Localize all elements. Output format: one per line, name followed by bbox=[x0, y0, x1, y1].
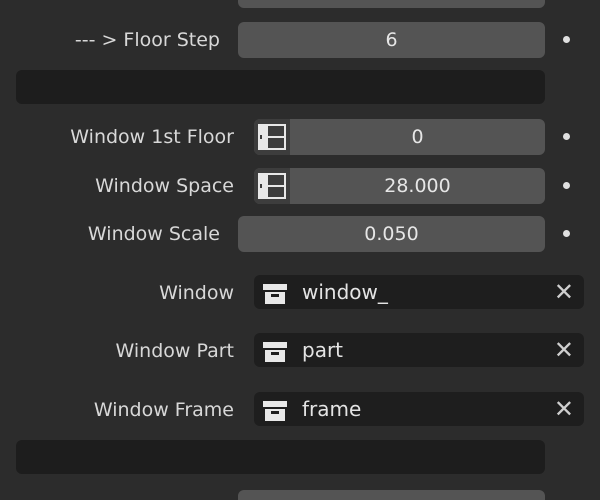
close-icon[interactable]: ✕ bbox=[554, 333, 574, 367]
window-part-label: Window Part bbox=[115, 340, 234, 362]
window-scale-label: Window Scale bbox=[87, 223, 220, 245]
floor-step-field[interactable]: 6 bbox=[238, 22, 545, 58]
row-floor-step: --- > Floor Step 6 bbox=[0, 22, 600, 58]
row-window-space: Window Space 28.000 bbox=[0, 168, 600, 204]
window-1st-floor-label: Window 1st Floor bbox=[70, 126, 234, 148]
close-icon[interactable]: ✕ bbox=[554, 392, 574, 426]
window-label: Window bbox=[159, 282, 234, 304]
window-scale-value: 0.050 bbox=[364, 223, 419, 245]
window-part-object-name: part bbox=[302, 338, 344, 362]
clipped-field[interactable] bbox=[238, 0, 545, 8]
empty-bar[interactable] bbox=[16, 440, 545, 474]
floor-step-value: 6 bbox=[385, 29, 398, 51]
window-1st-floor-value: 0 bbox=[411, 126, 424, 148]
window-scale-field[interactable]: 0.050 bbox=[238, 216, 545, 252]
empty-bar[interactable] bbox=[16, 70, 545, 104]
window-space-label: Window Space bbox=[95, 175, 234, 197]
keyframe-dot[interactable] bbox=[563, 36, 570, 43]
window-frame-label: Window Frame bbox=[93, 399, 234, 421]
window-object-field[interactable]: window_ ✕ bbox=[254, 275, 584, 309]
keyframe-dot[interactable] bbox=[563, 182, 570, 189]
keyframe-dot[interactable] bbox=[563, 230, 570, 237]
toggle-grid-icon[interactable] bbox=[254, 119, 290, 155]
window-space-value: 28.000 bbox=[384, 175, 451, 197]
floor-step-label: --- > Floor Step bbox=[74, 29, 220, 51]
keyframe-dot[interactable] bbox=[563, 133, 570, 140]
row-window: Window window_ ✕ bbox=[0, 275, 600, 311]
window-space-field[interactable]: 28.000 bbox=[254, 168, 545, 204]
close-icon[interactable]: ✕ bbox=[554, 275, 574, 309]
box-icon bbox=[262, 281, 288, 315]
box-icon bbox=[262, 339, 288, 373]
clipped-field[interactable] bbox=[238, 490, 545, 500]
window-1st-floor-field[interactable]: 0 bbox=[254, 119, 545, 155]
row-window-frame: Window Frame frame ✕ bbox=[0, 392, 600, 428]
row-window-scale: Window Scale 0.050 bbox=[0, 216, 600, 252]
row-window-part: Window Part part ✕ bbox=[0, 333, 600, 369]
box-icon bbox=[262, 398, 288, 432]
row-window-1st-floor: Window 1st Floor 0 bbox=[0, 119, 600, 155]
window-frame-object-field[interactable]: frame ✕ bbox=[254, 392, 584, 426]
properties-panel: --- > Floor Step 6 Window 1st Floor 0 Wi… bbox=[0, 0, 600, 500]
toggle-grid-icon[interactable] bbox=[254, 168, 290, 204]
window-frame-object-name: frame bbox=[302, 397, 362, 421]
window-part-object-field[interactable]: part ✕ bbox=[254, 333, 584, 367]
window-object-name: window_ bbox=[302, 280, 388, 304]
